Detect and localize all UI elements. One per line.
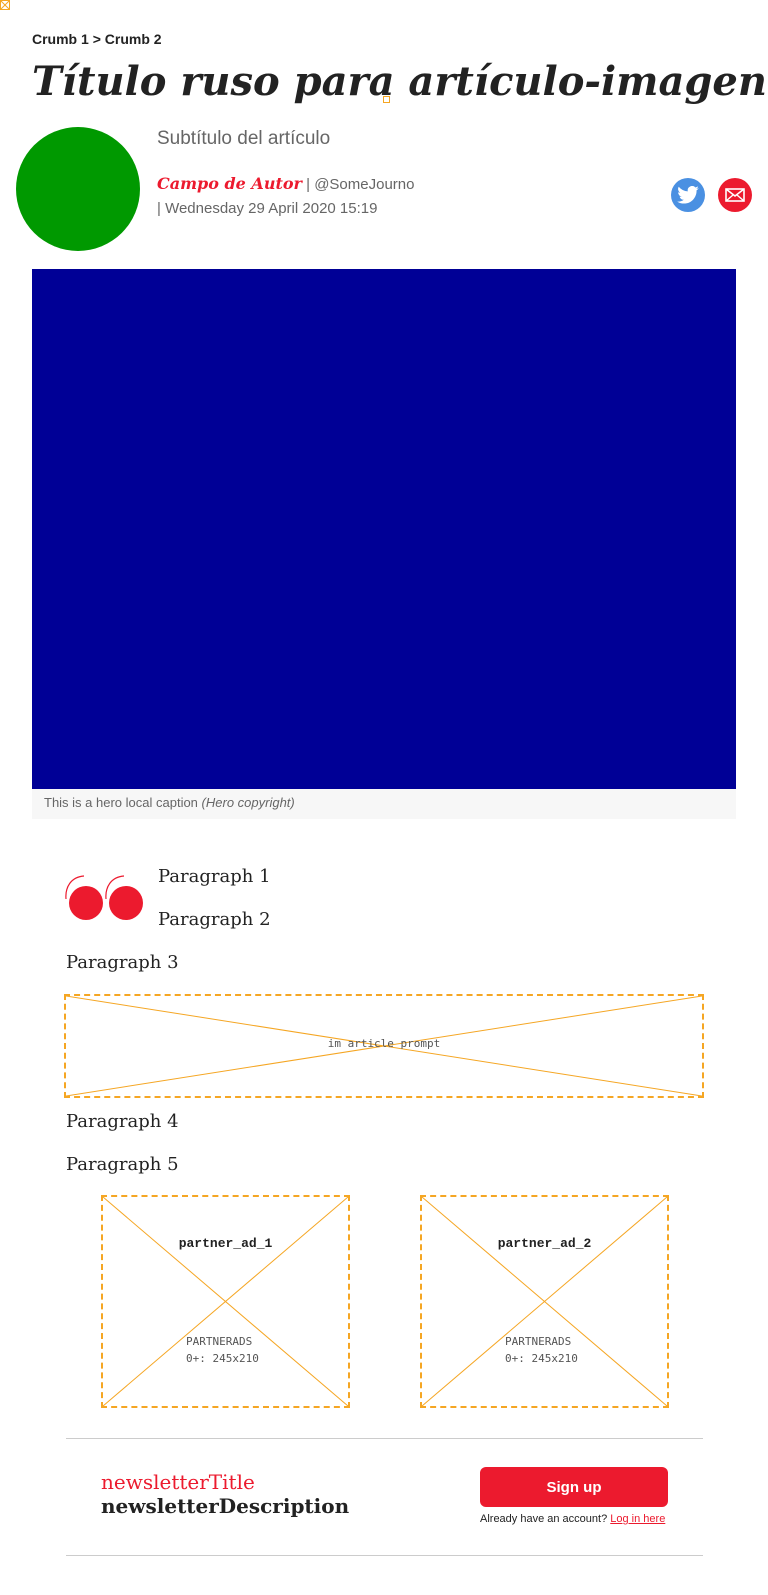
byline-divider: | bbox=[306, 176, 315, 193]
newsletter-title: newsletterTitle bbox=[101, 1470, 255, 1494]
author-link[interactable]: Campo de Autor bbox=[157, 174, 302, 193]
byline-divider: | bbox=[157, 200, 166, 217]
avatar bbox=[16, 127, 140, 251]
in-article-ad-label: im article prompt bbox=[327, 1037, 441, 1050]
partner-ad-2-size: 0+: 245x210 bbox=[505, 1352, 578, 1365]
paragraph-1: Paragraph 1 bbox=[158, 866, 271, 887]
signup-button[interactable]: Sign up bbox=[480, 1467, 668, 1507]
paragraph-4: Paragraph 4 bbox=[66, 1111, 179, 1132]
partner-ad-1-label: PARTNERADS bbox=[186, 1335, 253, 1348]
anchor-marker bbox=[383, 96, 390, 103]
partner-ad-2-name: partner_ad_2 bbox=[497, 1236, 592, 1251]
newsletter-divider-bottom bbox=[66, 1555, 703, 1556]
quote-icon bbox=[65, 875, 143, 920]
caption-text: This is a hero local caption bbox=[44, 795, 198, 810]
twitter-icon bbox=[677, 186, 699, 204]
breadcrumb-item-2[interactable]: Crumb 2 bbox=[105, 31, 162, 47]
partner-ad-slot-1 bbox=[101, 1195, 350, 1408]
breadcrumb-separator: > bbox=[92, 31, 101, 47]
partner-ad-1-name: partner_ad_1 bbox=[178, 1236, 273, 1251]
ad-placeholder-cross bbox=[103, 1197, 348, 1406]
partner-ad-slot-2 bbox=[420, 1195, 669, 1408]
article-subtitle: Subtítulo del artículo bbox=[157, 128, 331, 149]
breadcrumb: Crumb 1 > Crumb 2 bbox=[32, 31, 162, 47]
byline: Campo de Autor | @SomeJourno | Wednesday… bbox=[157, 172, 414, 221]
caption-copyright: (Hero copyright) bbox=[201, 795, 295, 810]
hero-caption: This is a hero local caption (Hero copyr… bbox=[44, 795, 295, 810]
newsletter-description: newsletterDescription bbox=[101, 1494, 350, 1518]
newsletter-divider-top bbox=[66, 1438, 703, 1439]
breadcrumb-item-1[interactable]: Crumb 1 bbox=[32, 31, 89, 47]
account-prompt: Already have an account? Log in here bbox=[480, 1513, 665, 1525]
placeholder-corner-icon bbox=[0, 0, 10, 10]
account-text: Already have an account? bbox=[480, 1513, 608, 1525]
partner-ad-1-size: 0+: 245x210 bbox=[186, 1352, 259, 1365]
share-twitter-button[interactable] bbox=[671, 178, 705, 212]
author-handle[interactable]: @SomeJourno bbox=[314, 176, 414, 193]
ad-placeholder-cross bbox=[422, 1197, 667, 1406]
share-email-button[interactable] bbox=[718, 178, 752, 212]
publish-date: Wednesday 29 April 2020 15:19 bbox=[165, 200, 378, 217]
partner-ad-2-label: PARTNERADS bbox=[505, 1335, 572, 1348]
partner-ad-1-info: PARTNERADS 0+: 245x210 bbox=[186, 1333, 259, 1367]
paragraph-5: Paragraph 5 bbox=[66, 1154, 179, 1175]
paragraph-3: Paragraph 3 bbox=[66, 952, 179, 973]
partner-ad-2-info: PARTNERADS 0+: 245x210 bbox=[505, 1333, 578, 1367]
login-link[interactable]: Log in here bbox=[610, 1513, 665, 1525]
paragraph-2: Paragraph 2 bbox=[158, 909, 271, 930]
email-icon bbox=[725, 188, 745, 202]
hero-image bbox=[32, 269, 736, 789]
